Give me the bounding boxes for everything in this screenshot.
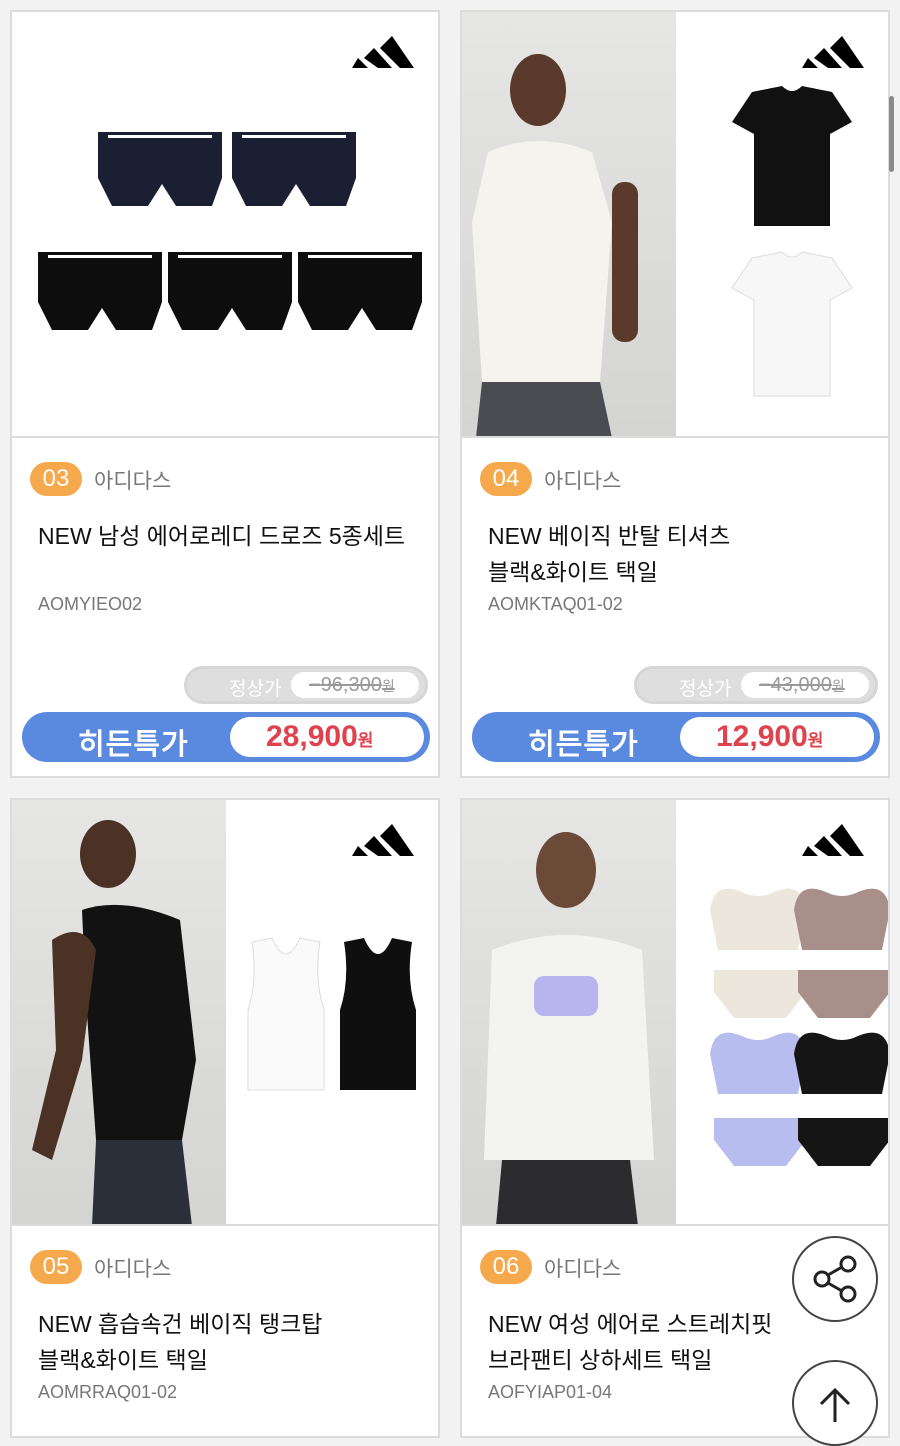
regular-price-label: 정상가	[679, 679, 732, 700]
model-figure	[484, 832, 654, 1224]
product-code: AOMKTAQ01-02	[488, 594, 623, 614]
scroll-top-button[interactable]	[792, 1360, 878, 1446]
brand-name: 아디다스	[544, 470, 622, 493]
rank-badge: 05	[30, 1250, 82, 1284]
share-button[interactable]	[792, 1236, 878, 1322]
hidden-price-label: 히든특가	[78, 729, 189, 761]
hidden-price-pill[interactable]: 히든특가 28,900원	[22, 712, 430, 762]
bra-sets-image	[710, 888, 888, 1166]
adidas-logo-icon	[802, 36, 864, 68]
regular-price-label: 정상가	[229, 679, 282, 700]
hidden-price-label: 히든특가	[528, 729, 639, 761]
tshirts-image	[731, 86, 853, 397]
briefs-image	[38, 132, 422, 330]
product-code: AOMRRAQ01-02	[38, 1382, 178, 1402]
model-photo	[12, 800, 226, 1224]
rank-badge: 06	[480, 1250, 532, 1284]
adidas-logo-icon	[352, 824, 414, 856]
product-card-06[interactable]: 06 아디다스 NEW 여성 에어로 스트레치핏 브라팬티 상하세트 택일 AOF…	[460, 798, 890, 1438]
product-card-03[interactable]: 03 아디다스 NEW 남성 에어로레디 드로즈 5종세트 AOMYIEO02 …	[10, 10, 440, 778]
product-image[interactable]	[12, 12, 438, 438]
product-code: AOMYIEO02	[38, 594, 143, 614]
rank-badge: 04	[480, 462, 532, 496]
brand-name: 아디다스	[544, 1258, 622, 1281]
product-card-04[interactable]: 04 아디다스 NEW 베이직 반탈 티셔츠 블랙&화이트 택일 AOMKTAQ0…	[460, 10, 890, 778]
product-image[interactable]	[462, 800, 888, 1226]
product-image[interactable]	[12, 800, 438, 1226]
tank-tops-image	[247, 937, 416, 1091]
adidas-logo-icon	[802, 824, 864, 856]
model-photo	[462, 12, 676, 436]
share-icon	[813, 1255, 857, 1303]
rank-badge: 03	[30, 462, 82, 496]
product-name[interactable]: NEW 베이직 반탈 티셔츠 블랙&화이트 택일	[488, 518, 888, 590]
brand-name: 아디다스	[94, 1258, 172, 1281]
model-photo	[462, 800, 676, 1224]
product-name[interactable]: NEW 흡습속건 베이직 탱크탑 블랙&화이트 택일	[38, 1306, 438, 1378]
product-card-05[interactable]: 05 아디다스 NEW 흡습속건 베이직 탱크탑 블랙&화이트 택일 AOMRRA…	[10, 798, 440, 1438]
brand-name: 아디다스	[94, 470, 172, 493]
hidden-price: 12,900원	[716, 720, 824, 753]
model-figure	[472, 54, 638, 436]
regular-price-pill: 정상가 −96,300원	[184, 666, 428, 704]
regular-price: −96,300원	[309, 674, 395, 696]
product-name[interactable]: NEW 남성 에어로레디 드로즈 5종세트	[38, 518, 438, 554]
regular-price: −43,000원	[759, 674, 845, 696]
regular-price-pill: 정상가 −43,000원	[634, 666, 878, 704]
product-code: AOFYIAP01-04	[488, 1382, 613, 1402]
hidden-price: 28,900원	[266, 720, 374, 753]
arrow-up-icon	[819, 1387, 851, 1422]
hidden-price-pill[interactable]: 히든특가 12,900원	[472, 712, 880, 762]
model-figure	[32, 820, 196, 1224]
scrollbar[interactable]	[889, 96, 894, 172]
product-image[interactable]	[462, 12, 888, 438]
